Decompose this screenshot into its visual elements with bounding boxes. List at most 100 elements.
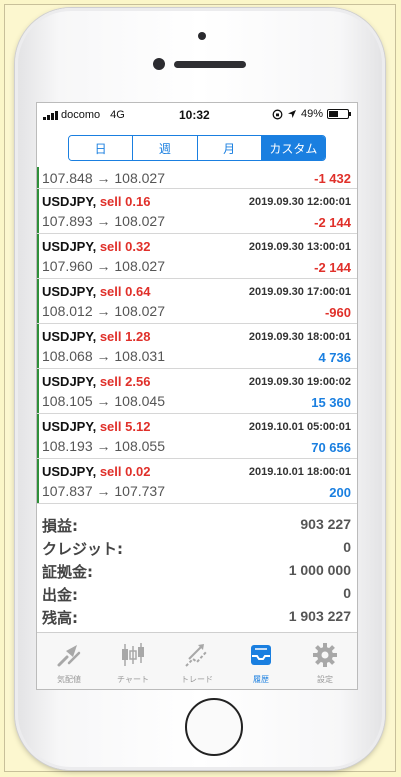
trade-symbol: USDJPY, bbox=[42, 194, 97, 209]
tab-2[interactable]: トレード bbox=[165, 633, 229, 689]
trade-profit: 15 360 bbox=[311, 395, 351, 410]
front-sensor bbox=[198, 32, 206, 40]
row-marker bbox=[37, 369, 39, 413]
trade-row[interactable]: USDJPY, sell 0.32 2019.09.30 13:00:01 107.… bbox=[37, 234, 357, 279]
trade-date: 2019.09.30 12:00:01 bbox=[248, 196, 351, 208]
status-bar: docomo 4G 10:32 49% bbox=[37, 103, 357, 129]
trade-profit: -2 144 bbox=[314, 260, 351, 275]
trade-side: sell 0.32 bbox=[99, 239, 151, 254]
chart-icon bbox=[119, 641, 147, 669]
segment-0[interactable]: 日 bbox=[69, 136, 134, 160]
row-marker bbox=[37, 324, 39, 368]
trade-prices: 107.837 → 107.737 bbox=[42, 483, 165, 499]
row-marker bbox=[37, 167, 39, 188]
front-camera bbox=[153, 58, 165, 70]
row-marker bbox=[37, 189, 39, 233]
network-type: 4G bbox=[110, 109, 125, 121]
trade-icon bbox=[183, 641, 211, 669]
summary-value: 1 000 000 bbox=[288, 562, 351, 578]
trade-symbol-line: USDJPY, sell 0.02 bbox=[42, 464, 150, 479]
trade-history-list: 107.848 → 108.027 -1 432 USDJPY, sell 0.16… bbox=[37, 167, 357, 504]
battery-percent: 49% bbox=[300, 108, 323, 120]
trade-row[interactable]: USDJPY, sell 2.56 2019.09.30 19:00:02 108.… bbox=[37, 369, 357, 414]
orientation-lock-icon bbox=[272, 109, 283, 119]
carrier-name: docomo bbox=[61, 109, 101, 121]
trade-symbol-line: USDJPY, sell 0.64 bbox=[42, 284, 150, 299]
summary-profit: 損益: 903 227 bbox=[37, 513, 357, 536]
trade-symbol-line: USDJPY, sell 5.12 bbox=[42, 419, 150, 434]
trade-prices: 108.105 → 108.045 bbox=[42, 393, 165, 409]
segment-2[interactable]: 月 bbox=[197, 136, 262, 160]
summary-value: 903 227 bbox=[300, 516, 351, 532]
trade-symbol-line: USDJPY, sell 0.16 bbox=[42, 194, 150, 209]
trade-symbol-line: USDJPY, sell 0.32 bbox=[42, 239, 150, 254]
summary-withdrawal: 出金: 0 bbox=[37, 582, 357, 605]
trade-profit: -960 bbox=[324, 305, 351, 320]
summary-label: クレジット: bbox=[42, 540, 123, 558]
account-summary: 損益: 903 227 クレジット: 0 証拠金: 1 000 000 出金: 0 残高: 1 9… bbox=[37, 513, 357, 628]
row-marker bbox=[37, 459, 39, 503]
trade-date: 2019.10.01 05:00:01 bbox=[248, 421, 351, 433]
trade-side: sell 5.12 bbox=[99, 419, 151, 434]
history-inbox-icon bbox=[247, 641, 275, 669]
home-button[interactable] bbox=[185, 698, 243, 756]
tab-3[interactable]: 履歴 bbox=[229, 633, 293, 689]
trade-side: sell 0.16 bbox=[99, 194, 151, 209]
trade-symbol: USDJPY, bbox=[42, 419, 97, 434]
trade-row[interactable]: USDJPY, sell 0.16 2019.09.30 12:00:01 107.… bbox=[37, 189, 357, 234]
trade-symbol: USDJPY, bbox=[42, 239, 97, 254]
battery-icon bbox=[327, 109, 351, 119]
trade-side: sell 2.56 bbox=[99, 374, 151, 389]
tab-1[interactable]: チャート bbox=[101, 633, 165, 689]
tab-0[interactable]: 気配値 bbox=[37, 633, 101, 689]
trade-date: 2019.09.30 13:00:01 bbox=[248, 241, 351, 253]
tab-label: 履歴 bbox=[253, 675, 269, 684]
trade-row[interactable]: USDJPY, sell 0.02 2019.10.01 18:00:01 107.… bbox=[37, 459, 357, 504]
row-marker bbox=[37, 414, 39, 458]
summary-balance: 残高: 1 903 227 bbox=[37, 605, 357, 628]
trade-date: 2019.09.30 19:00:02 bbox=[248, 376, 351, 388]
trade-profit: 70 656 bbox=[311, 440, 351, 455]
trade-prices: 108.012 → 108.027 bbox=[42, 303, 165, 319]
trade-row[interactable]: 107.848 → 108.027 -1 432 bbox=[37, 167, 357, 189]
tab-label: 設定 bbox=[317, 675, 333, 684]
app-screen: docomo 4G 10:32 49% 日週月カスタム 107.848 → 10… bbox=[36, 102, 358, 690]
signal-icon bbox=[43, 110, 58, 120]
quotes-icon bbox=[55, 641, 83, 669]
trade-symbol-line: USDJPY, sell 2.56 bbox=[42, 374, 150, 389]
tab-label: 気配値 bbox=[57, 675, 81, 684]
location-icon bbox=[287, 110, 296, 118]
trade-profit: -1 432 bbox=[314, 171, 351, 186]
trade-symbol: USDJPY, bbox=[42, 329, 97, 344]
trade-symbol: USDJPY, bbox=[42, 374, 97, 389]
trade-prices: 108.193 → 108.055 bbox=[42, 438, 165, 454]
status-time: 10:32 bbox=[179, 108, 210, 122]
trade-symbol-line: USDJPY, sell 1.28 bbox=[42, 329, 150, 344]
trade-side: sell 1.28 bbox=[99, 329, 151, 344]
trade-profit: 200 bbox=[329, 485, 351, 500]
bottom-tab-bar: 気配値 チャート トレード 履歴 設定 bbox=[37, 632, 357, 689]
tab-label: トレード bbox=[181, 675, 213, 684]
segment-3[interactable]: カスタム bbox=[261, 136, 325, 160]
trade-prices: 107.848 → 108.027 bbox=[42, 170, 165, 186]
summary-value: 0 bbox=[343, 539, 351, 555]
tab-4[interactable]: 設定 bbox=[293, 633, 357, 689]
trade-symbol: USDJPY, bbox=[42, 284, 97, 299]
summary-deposit: 証拠金: 1 000 000 bbox=[37, 559, 357, 582]
summary-value: 0 bbox=[343, 585, 351, 601]
summary-value: 1 903 227 bbox=[288, 608, 351, 624]
summary-label: 出金: bbox=[42, 586, 78, 604]
summary-credit: クレジット: 0 bbox=[37, 536, 357, 559]
row-marker bbox=[37, 279, 39, 323]
trade-row[interactable]: USDJPY, sell 1.28 2019.09.30 18:00:01 108.… bbox=[37, 324, 357, 369]
trade-profit: -2 144 bbox=[314, 215, 351, 230]
segment-1[interactable]: 週 bbox=[133, 136, 198, 160]
trade-side: sell 0.02 bbox=[99, 464, 151, 479]
trade-row[interactable]: USDJPY, sell 5.12 2019.10.01 05:00:01 108.… bbox=[37, 414, 357, 459]
summary-label: 証拠金: bbox=[42, 563, 93, 581]
trade-date: 2019.09.30 18:00:01 bbox=[248, 331, 351, 343]
trade-prices: 108.068 → 108.031 bbox=[42, 348, 165, 364]
summary-label: 残高: bbox=[42, 609, 78, 627]
period-selector: 日週月カスタム bbox=[68, 135, 326, 161]
trade-row[interactable]: USDJPY, sell 0.64 2019.09.30 17:00:01 108.… bbox=[37, 279, 357, 324]
